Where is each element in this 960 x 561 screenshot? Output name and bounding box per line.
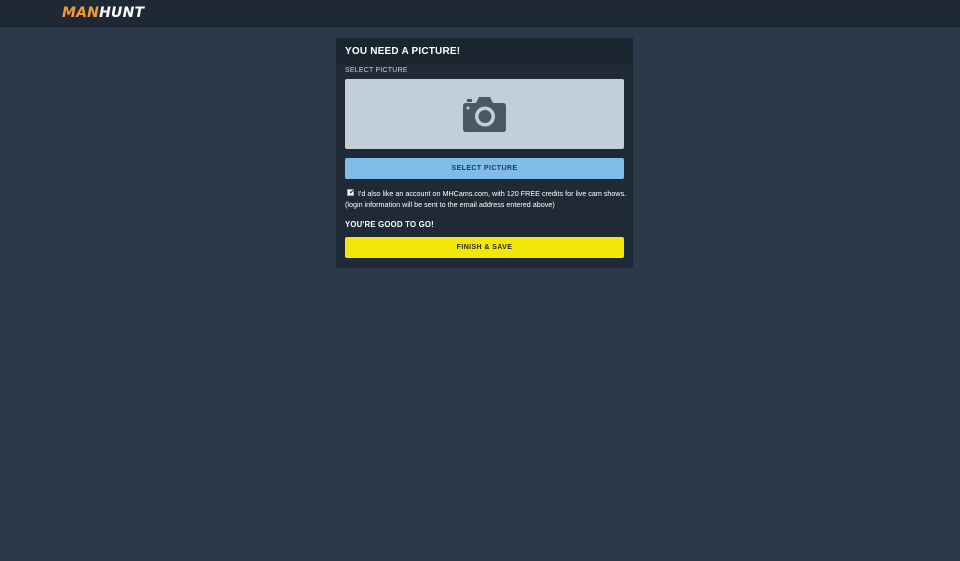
panel-title: YOU NEED A PICTURE! <box>345 46 461 57</box>
finish-save-button[interactable]: FINISH & SAVE <box>345 237 624 258</box>
mhcams-account-checkbox[interactable]: ✔ <box>347 188 355 196</box>
mhcams-offer-text: I'd also like an account on MHCams.com, … <box>345 189 627 209</box>
select-picture-label: SELECT PICTURE <box>345 67 408 74</box>
manhunt-logo[interactable]: MANHUNT <box>62 5 144 21</box>
camera-icon <box>463 97 506 132</box>
logo-part-man: MAN <box>62 5 100 21</box>
logo-part-hunt: HUNT <box>99 5 145 21</box>
select-picture-button[interactable]: SELECT PICTURE <box>345 158 624 179</box>
picture-upload-panel: YOU NEED A PICTURE! SELECT PICTURE SELEC… <box>336 38 633 268</box>
status-message: YOU'RE GOOD TO GO! <box>345 220 434 229</box>
picture-dropzone[interactable] <box>345 79 624 149</box>
top-bar: MANHUNT <box>0 0 960 27</box>
check-icon: ✔ <box>349 188 355 196</box>
panel-header: YOU NEED A PICTURE! <box>336 38 633 65</box>
